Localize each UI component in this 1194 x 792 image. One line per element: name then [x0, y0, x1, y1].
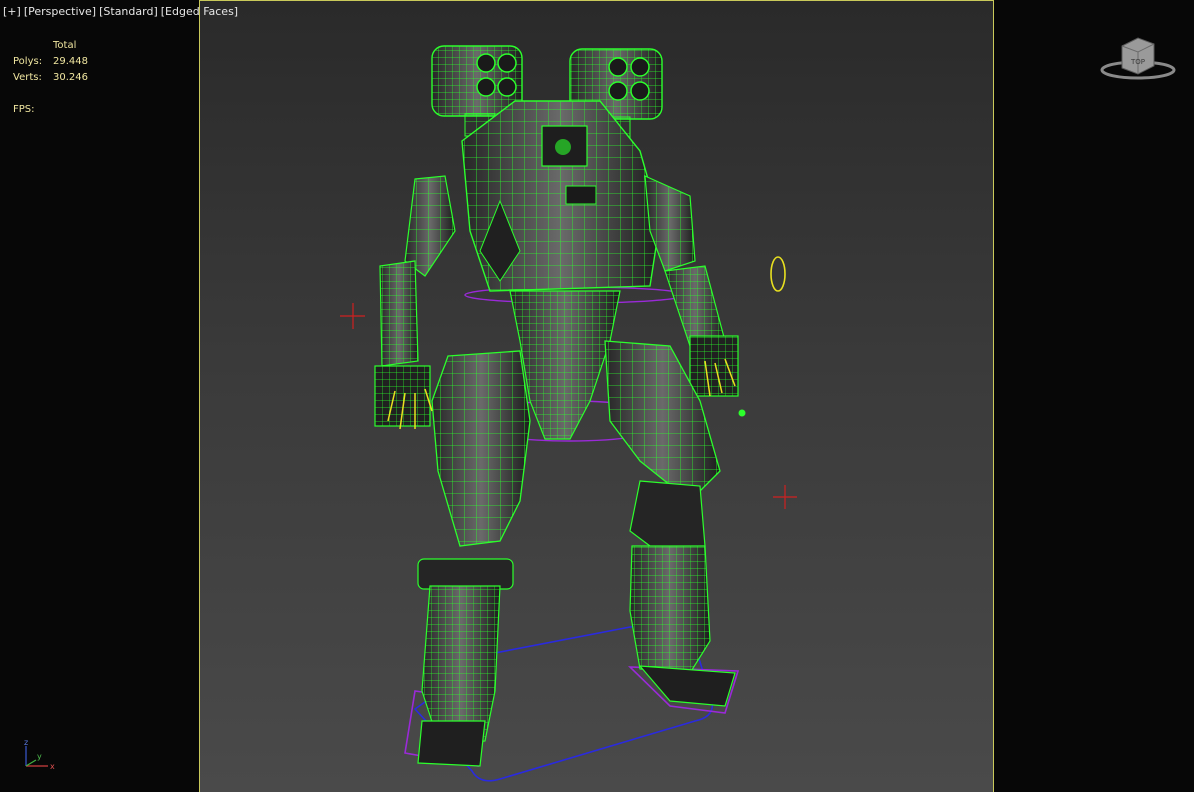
viewport-view-menu[interactable]: [Perspective] [24, 5, 96, 18]
safe-frame [199, 0, 994, 792]
yellow-ellipse-helper[interactable] [770, 256, 786, 292]
viewport-label-menu: [+] [Perspective] [Standard] [Edged Faces] [3, 5, 241, 18]
verts-label: Verts: [13, 72, 42, 83]
fps-label: FPS: [13, 104, 35, 115]
green-dot-helper[interactable] [738, 409, 746, 417]
point-helper-left[interactable] [340, 303, 365, 329]
polys-value: 29.448 [53, 56, 88, 67]
axis-y-label: y [37, 752, 42, 761]
3d-viewport[interactable]: [+] [Perspective] [Standard] [Edged Faces] … [0, 0, 1194, 792]
viewport-plus-menu[interactable]: [+] [3, 5, 21, 18]
viewport-shading-menu[interactable]: [Standard] [99, 5, 158, 18]
stats-header: Total [53, 40, 77, 51]
point-helper-right[interactable] [773, 485, 797, 509]
viewcube-face-label: TOP [1130, 58, 1145, 66]
axis-x-label: x [50, 762, 55, 771]
axis-z-label: z [24, 738, 28, 747]
axis-tripod-icon: z x y [24, 738, 55, 771]
viewport-edged-faces-menu[interactable]: [Edged Faces] [161, 5, 238, 18]
verts-value: 30.246 [53, 72, 88, 83]
left-leg[interactable] [417, 350, 531, 767]
polys-label: Polys: [13, 56, 43, 67]
robot-mech-model[interactable] [200, 1, 994, 792]
viewcube-icon[interactable]: TOP [1098, 32, 1178, 88]
